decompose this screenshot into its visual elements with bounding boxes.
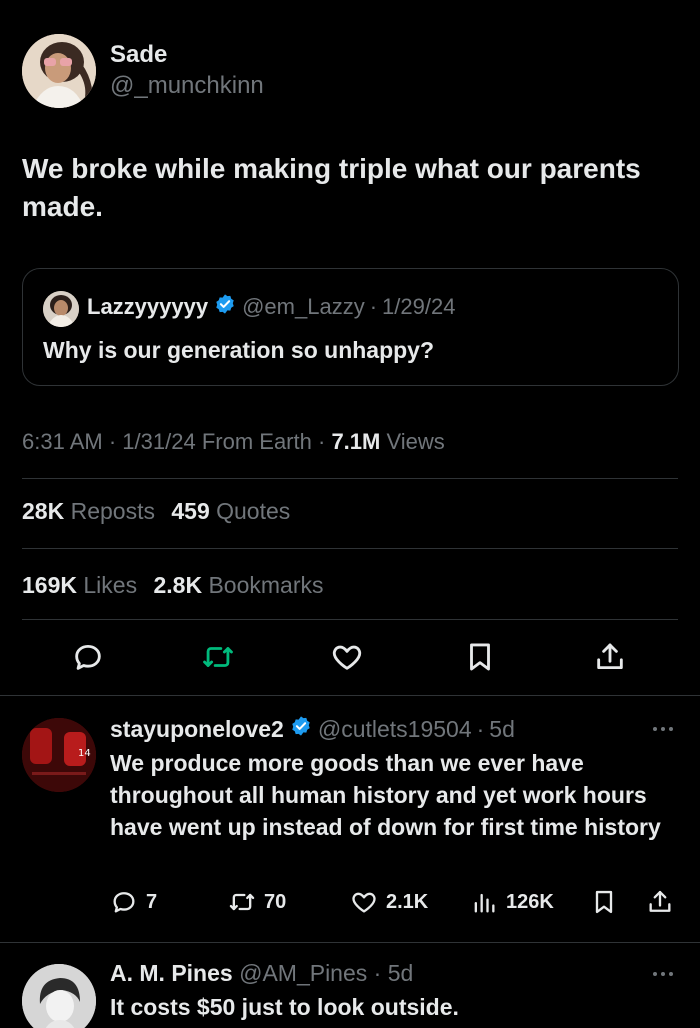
share-icon (649, 890, 671, 912)
quoted-author-avatar (43, 291, 79, 327)
bookmark-button[interactable] (460, 637, 500, 677)
reply-share-button[interactable] (646, 888, 674, 916)
tweet-date: 1/31/24 (122, 429, 196, 454)
like-icon (332, 645, 362, 670)
verified-icon (214, 293, 236, 321)
reposts-count: 28K (22, 498, 65, 524)
repost-button[interactable] (198, 637, 238, 677)
tweet-meta: 6:31 AM · 1/31/24 From Earth · 7.1M View… (22, 429, 445, 454)
views-label: Views (386, 429, 445, 454)
like-button[interactable] (327, 637, 367, 677)
divider (0, 695, 700, 696)
reply-reply-count: 7 (146, 890, 158, 913)
more-button[interactable] (648, 718, 678, 740)
like-icon (352, 892, 376, 913)
divider (0, 942, 700, 943)
reply-icon (113, 892, 135, 913)
repost-icon (203, 647, 233, 667)
divider (22, 619, 678, 620)
reply-like-button[interactable]: 2.1K (350, 888, 428, 916)
reply-views-button[interactable]: 126K (470, 888, 554, 916)
share-button[interactable] (590, 637, 630, 677)
quoted-text: Why is our generation so unhappy? (43, 337, 435, 363)
reply-text: We produce more goods than we ever have … (110, 750, 661, 840)
repost-icon (229, 893, 255, 911)
reposts-label: Reposts (70, 498, 155, 524)
author-avatar[interactable] (22, 34, 96, 108)
views-count: 7.1M (331, 429, 381, 454)
share-icon (597, 643, 623, 670)
reply-like-count: 2.1K (386, 890, 429, 913)
reply-repost-count: 70 (264, 890, 287, 913)
quotes-link[interactable]: 459 Quotes (171, 498, 290, 524)
views-icon (474, 893, 495, 913)
more-button[interactable] (648, 963, 678, 985)
reply-header: A. M. Pines @AM_Pines · 5d (110, 960, 414, 986)
svg-text:14: 14 (78, 748, 91, 759)
author-name[interactable]: Sade (110, 41, 167, 69)
reply-avatar[interactable]: 14 (22, 718, 96, 792)
reply-author-name[interactable]: A. M. Pines (110, 960, 233, 986)
more-icon (653, 972, 673, 976)
reply-author-handle[interactable]: @cutlets19504 (318, 716, 472, 743)
reply-reply-button[interactable]: 7 (110, 888, 157, 916)
reply-bookmark-button[interactable] (590, 888, 618, 916)
bookmarks-link[interactable]: 2.8K Bookmarks (153, 572, 323, 598)
reply-view-count: 126K (506, 890, 554, 913)
quoted-tweet-card[interactable]: Lazzyyyyyy @em_Lazzy · 1/29/24 Why is ou… (22, 268, 679, 386)
quotes-label: Quotes (216, 498, 291, 524)
bookmark-icon (595, 890, 613, 914)
stats-row-likes: 169K Likes 2.8K Bookmarks (22, 572, 324, 599)
stats-row-reposts: 28K Reposts 459 Quotes (22, 498, 290, 525)
tweet-text: We broke while making triple what our pa… (22, 153, 641, 222)
quoted-author-name: Lazzyyyyyy (87, 294, 209, 319)
quoted-date: 1/29/24 (382, 294, 456, 319)
reply-repost-button[interactable]: 70 (228, 888, 286, 916)
reply-button[interactable] (68, 637, 108, 677)
reply-author-handle[interactable]: @AM_Pines (239, 960, 367, 986)
verified-icon (290, 715, 312, 743)
tweet-time: 6:31 AM (22, 429, 103, 454)
likes-count: 169K (22, 572, 77, 598)
bookmarks-count: 2.8K (153, 572, 203, 598)
reply-icon (75, 644, 101, 670)
divider (22, 548, 678, 549)
likes-link[interactable]: 169K Likes (22, 572, 137, 598)
quoted-author-handle: @em_Lazzy (242, 294, 365, 319)
reply-author-name[interactable]: stayuponelove2 (110, 716, 284, 743)
divider (22, 478, 678, 479)
more-icon (653, 727, 673, 731)
likes-label: Likes (83, 572, 138, 598)
reply-age: 5d (489, 715, 515, 742)
bookmark-icon (470, 643, 490, 671)
tweet-source: From Earth (201, 429, 312, 454)
reply-text: It costs $50 just to look outside. (110, 994, 459, 1020)
author-handle[interactable]: @_munchkinn (110, 72, 264, 100)
reply-avatar[interactable] (22, 964, 96, 1028)
bookmarks-label: Bookmarks (208, 572, 324, 598)
reposts-link[interactable]: 28K Reposts (22, 498, 155, 524)
quotes-count: 459 (171, 498, 210, 524)
reply-header: stayuponelove2 @cutlets19504 · 5d (110, 715, 515, 743)
reply-age: 5d (387, 960, 414, 986)
